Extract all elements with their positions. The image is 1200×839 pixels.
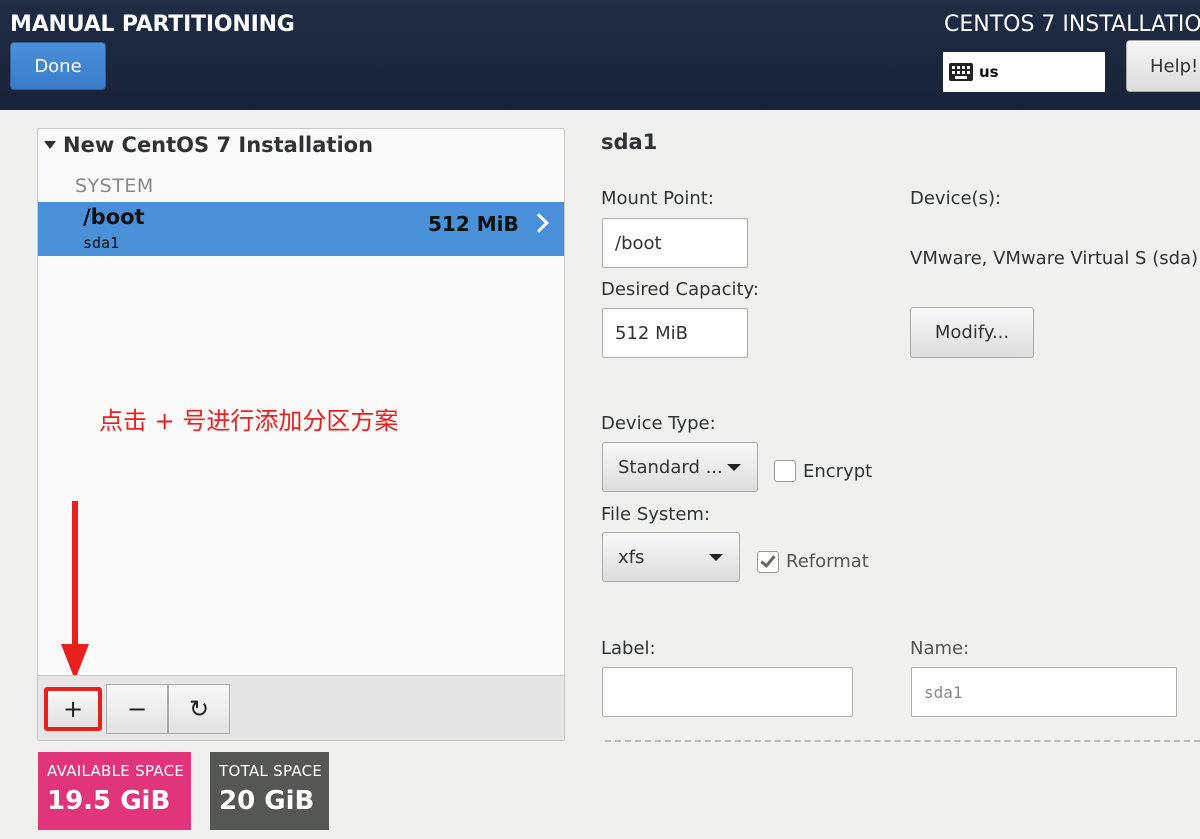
label-label: Label: [601,638,656,659]
product-title: CENTOS 7 INSTALLATIO [944,12,1200,37]
available-space-value: 19.5 GiB [47,786,171,816]
partition-mount: /boot [83,205,145,229]
encrypt-label: Encrypt [803,461,873,482]
devices-value: VMware, VMware Virtual S (sda) [910,248,1199,269]
reformat-checkbox[interactable] [757,551,779,573]
available-space-badge: AVAILABLE SPACE 19.5 GiB [38,752,191,830]
total-space-label: TOTAL SPACE [219,762,323,780]
chevron-right-icon [529,213,549,233]
keyboard-layout-label: us [979,63,999,81]
label-field[interactable] [602,667,853,717]
installation-label: New CentOS 7 Installation [63,133,374,157]
add-partition-button[interactable]: + [44,687,102,731]
desired-capacity-field[interactable]: 512 MiB [602,308,748,358]
reformat-label: Reformat [786,551,869,572]
refresh-button[interactable]: ↻ [168,684,230,734]
divider [605,740,1200,742]
partition-size: 512 MiB [428,212,519,236]
annotation-text: 点击 + 号进行添加分区方案 [99,407,399,435]
partition-device: sda1 [83,234,120,252]
checkmark-icon [760,552,776,568]
device-type-label: Device Type: [601,413,716,434]
page-title: MANUAL PARTITIONING [10,12,295,37]
partition-toolbar: + − ↻ [38,675,564,740]
annotation-arrow-shaft [72,501,78,649]
total-space-value: 20 GiB [219,786,315,816]
file-system-label: File System: [601,504,711,525]
dropdown-arrow-icon [709,554,723,561]
total-space-badge: TOTAL SPACE 20 GiB [210,752,329,830]
installation-expander[interactable]: New CentOS 7 Installation [44,133,373,157]
keyboard-icon [949,63,973,81]
file-system-value: xfs [618,546,645,568]
device-type-value: Standard ... [618,456,723,478]
encrypt-checkbox[interactable] [774,460,796,482]
keyboard-layout-indicator[interactable]: us [943,52,1105,92]
device-type-dropdown[interactable]: Standard ... [602,442,758,492]
name-label: Name: [910,638,970,659]
header-bar: MANUAL PARTITIONING Done CENTOS 7 INSTAL… [0,0,1200,110]
mount-point-field[interactable]: /boot [602,218,748,268]
section-label-system: SYSTEM [75,175,154,197]
done-button[interactable]: Done [10,42,106,90]
mount-point-label: Mount Point: [601,188,714,209]
partition-tree-panel: New CentOS 7 Installation SYSTEM /boot s… [37,128,565,741]
expand-triangle-icon [44,141,56,149]
name-field[interactable]: sda1 [911,667,1177,717]
modify-button[interactable]: Modify... [910,307,1034,358]
available-space-label: AVAILABLE SPACE [47,762,185,780]
devices-label: Device(s): [910,188,1002,209]
detail-title: sda1 [601,130,658,154]
help-button[interactable]: Help! [1126,40,1200,92]
remove-partition-button[interactable]: − [106,684,168,734]
partition-row-boot[interactable]: /boot sda1 512 MiB [38,202,564,256]
file-system-dropdown[interactable]: xfs [602,532,740,582]
dropdown-arrow-icon [727,464,741,471]
desired-capacity-label: Desired Capacity: [601,279,759,300]
